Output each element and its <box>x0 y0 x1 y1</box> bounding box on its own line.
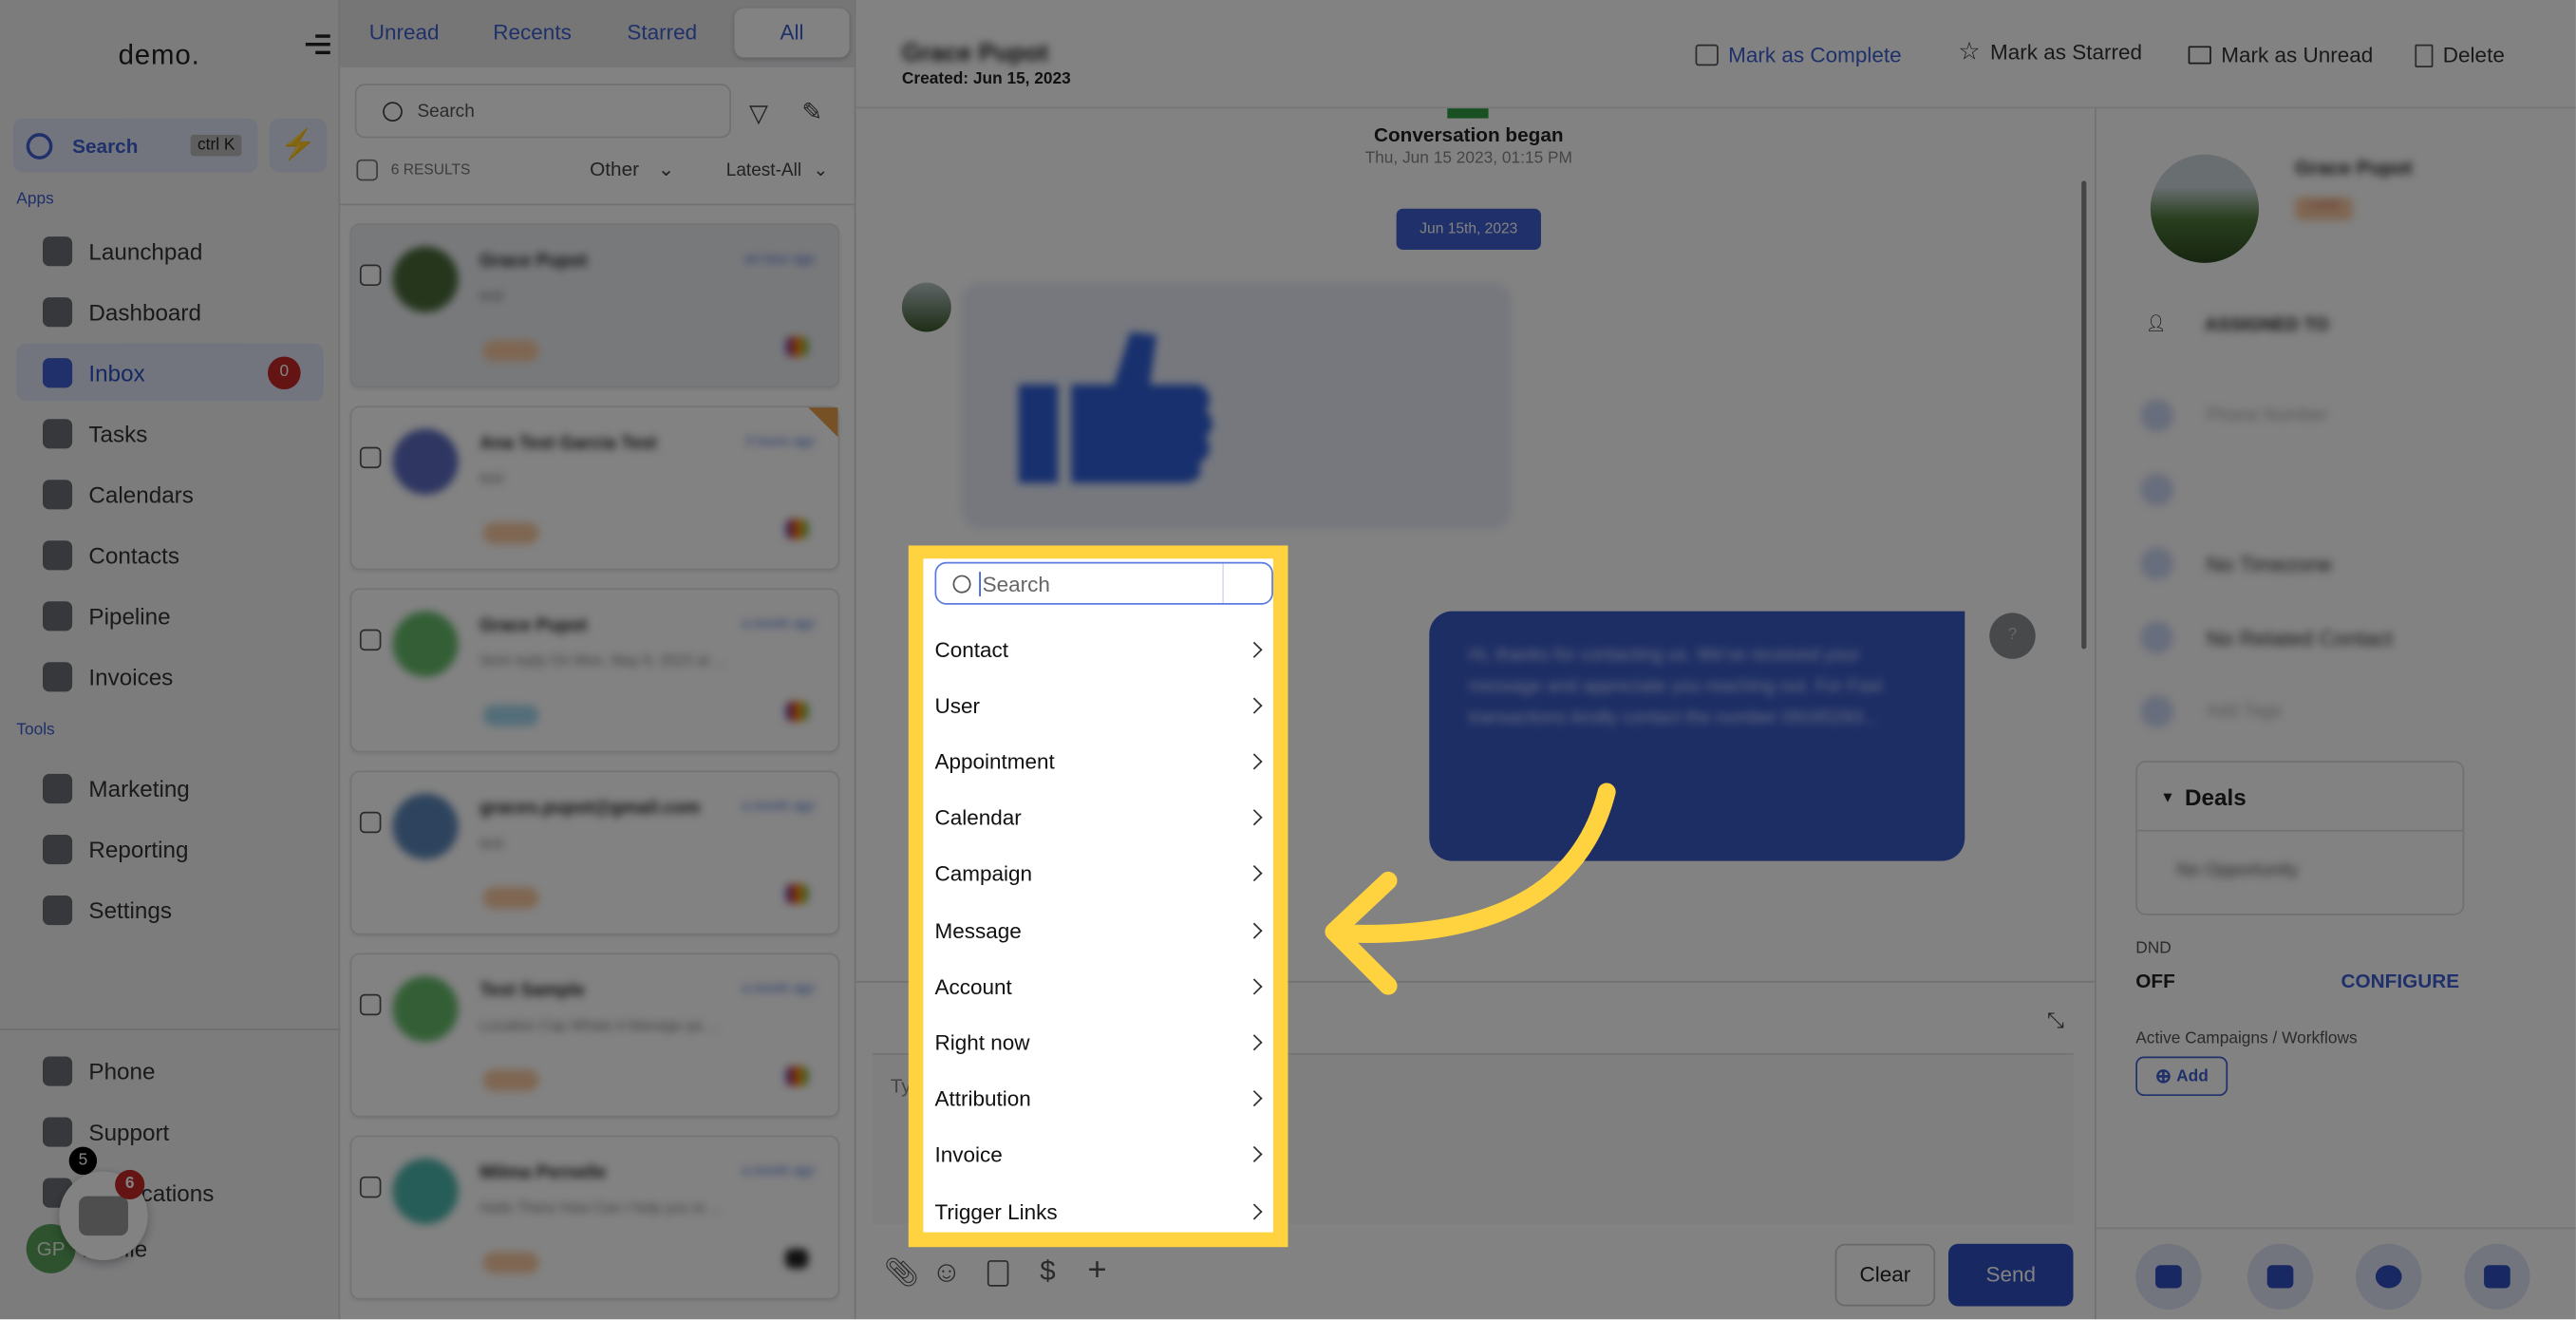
app: demo. Search ctrl K ⚡ Apps Launchpad Dash… <box>0 0 2576 1320</box>
arrow-shaft <box>1329 783 1616 943</box>
annotation-arrow-icon <box>1325 783 1616 995</box>
